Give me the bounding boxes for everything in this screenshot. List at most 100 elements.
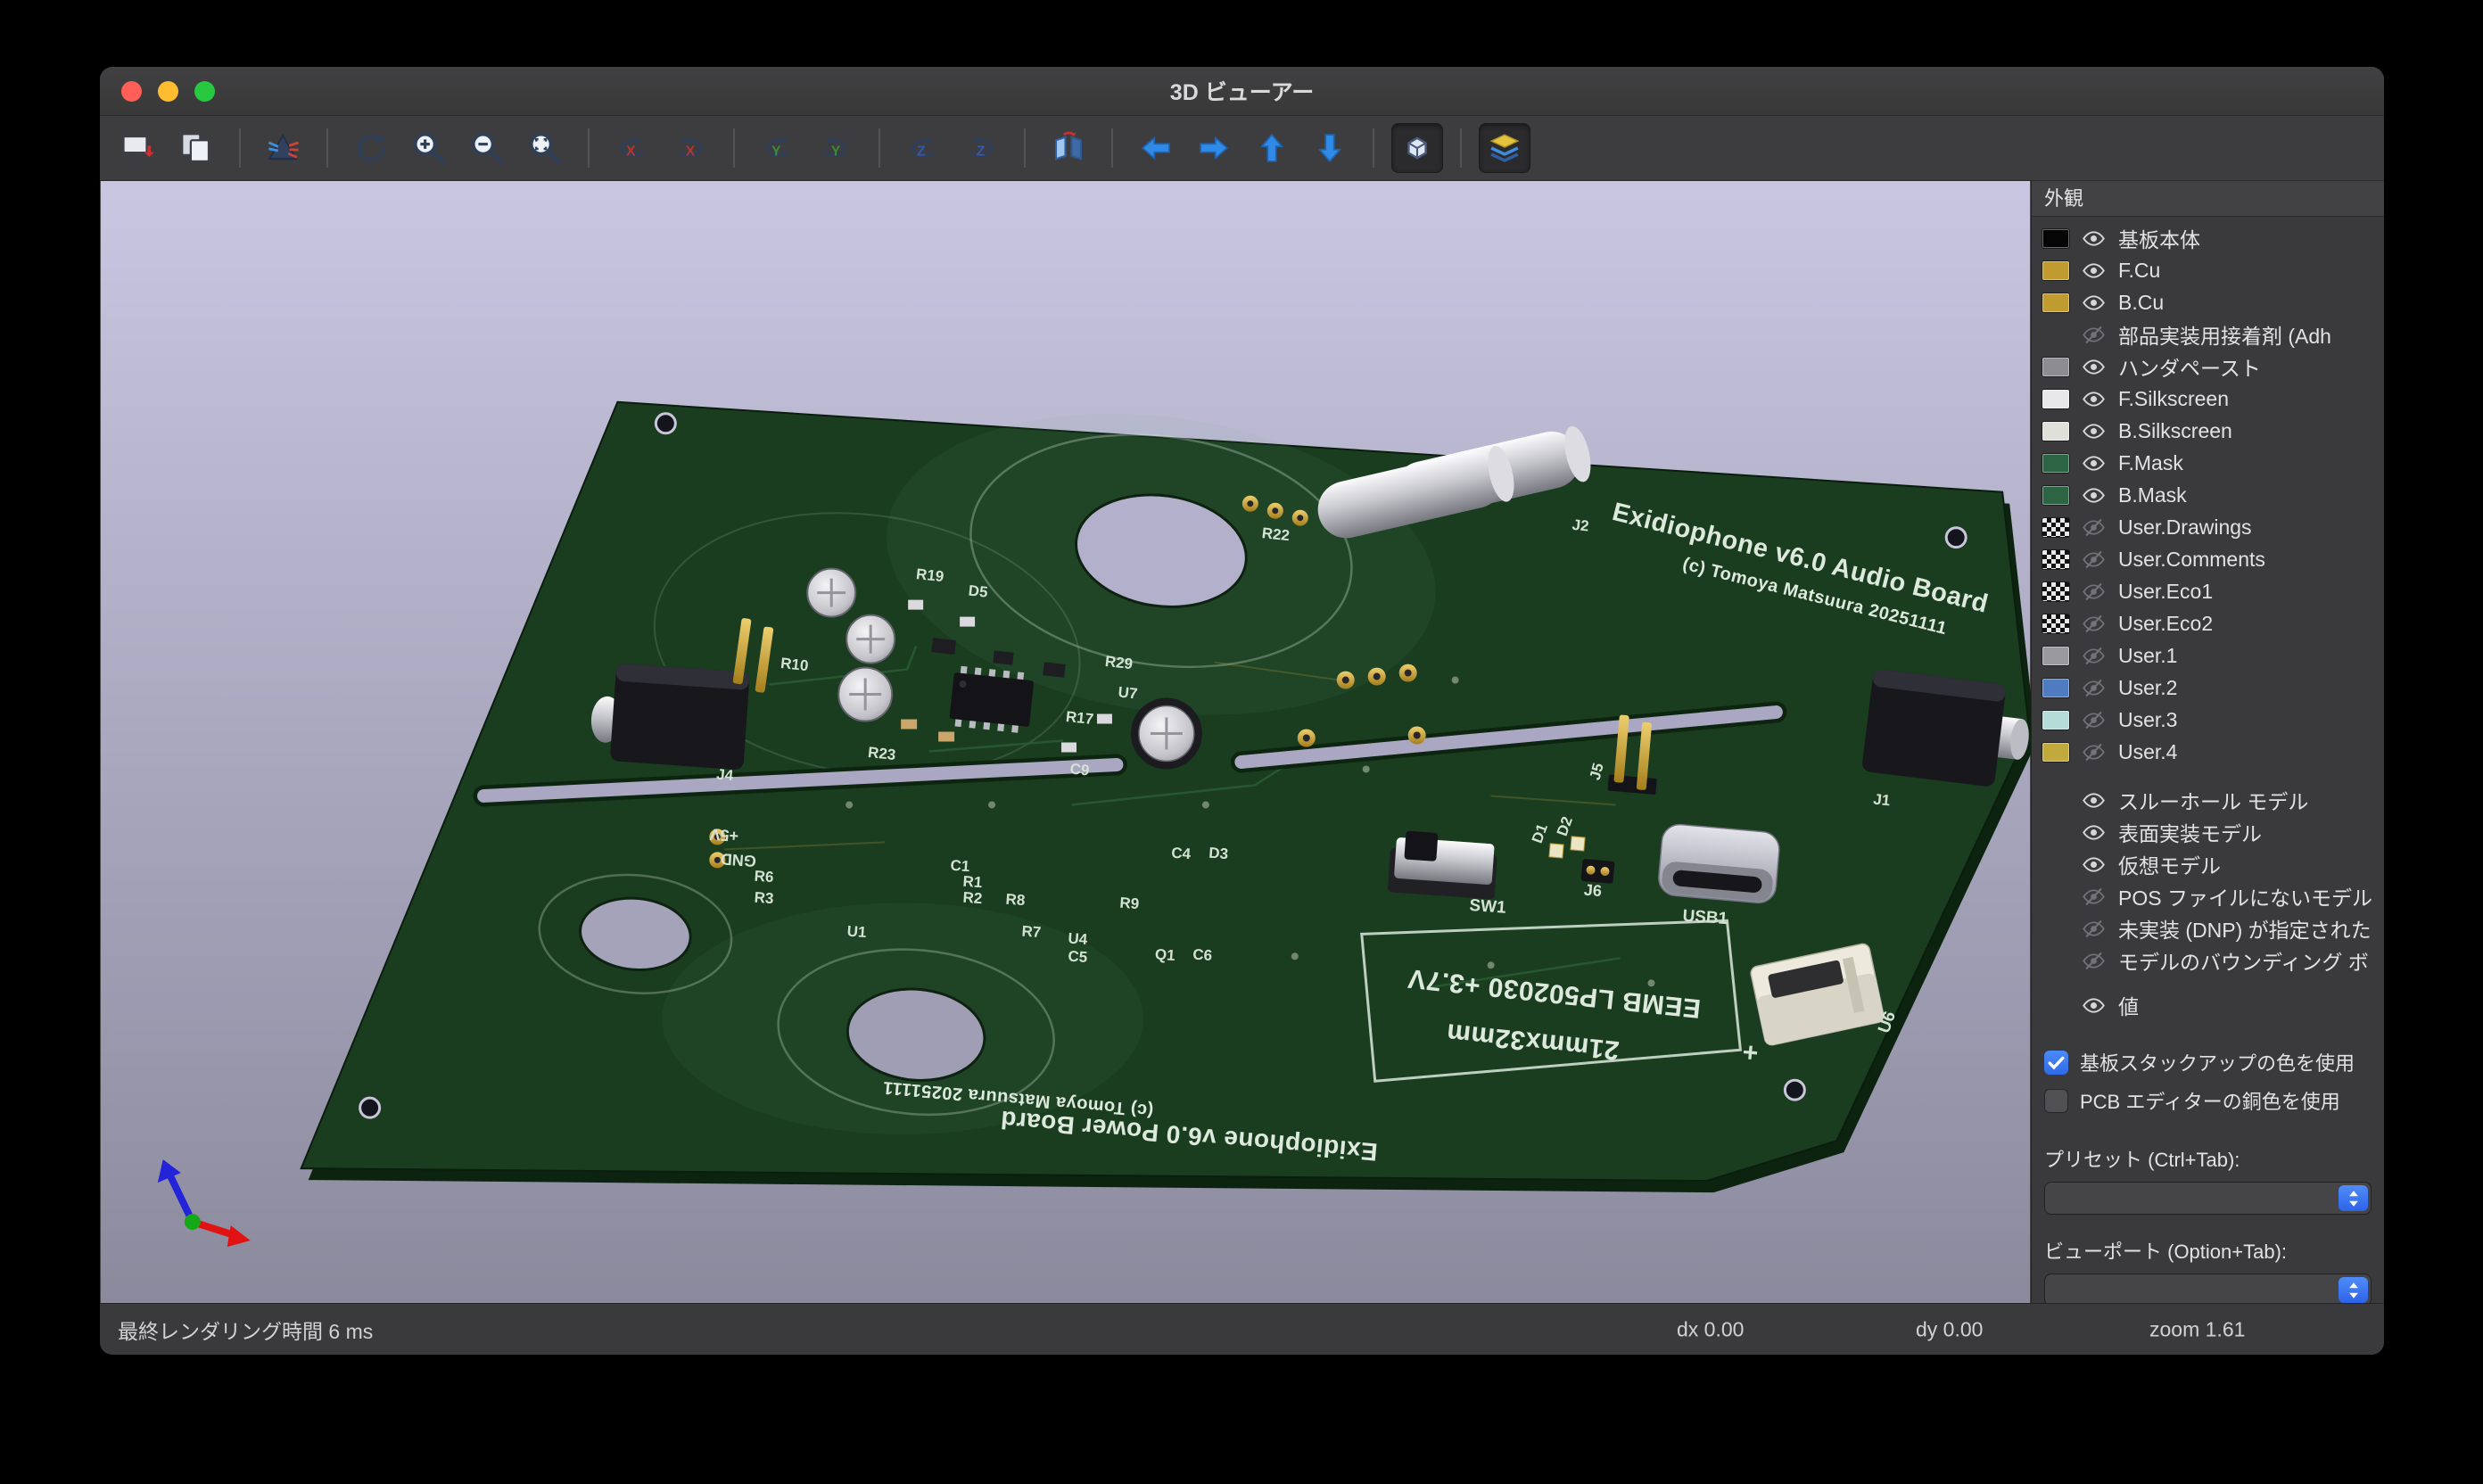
visibility-eye-off-icon[interactable] [2082, 612, 2106, 636]
viewport-combo[interactable] [2044, 1274, 2372, 1303]
layer-color-swatch[interactable] [2042, 229, 2069, 248]
flip-board-button[interactable] [1043, 123, 1094, 173]
layer-color-swatch[interactable] [2042, 711, 2069, 730]
copy-image-button[interactable] [170, 123, 222, 173]
zoom-out-button[interactable] [461, 123, 513, 173]
3d-viewport[interactable]: Exidiophone v6.0 Audio Board (c) Tomoya … [100, 181, 2031, 1303]
layer-row[interactable]: User.Eco2 [2032, 607, 2384, 639]
visibility-eye-off-icon[interactable] [2082, 323, 2106, 347]
visibility-eye-icon[interactable] [2082, 820, 2106, 845]
checkbox-unchecked[interactable] [2044, 1089, 2068, 1113]
layer-color-swatch[interactable] [2042, 422, 2069, 441]
layer-color-swatch[interactable] [2042, 743, 2069, 762]
zoom-to-fit-button[interactable] [519, 123, 571, 173]
layer-row[interactable]: User.2 [2032, 672, 2384, 704]
minimize-button[interactable] [158, 81, 178, 102]
visibility-eye-icon[interactable] [2082, 419, 2106, 443]
visibility-eye-icon[interactable] [2082, 853, 2106, 877]
layer-color-swatch[interactable] [2042, 390, 2069, 408]
visibility-eye-icon[interactable] [2082, 227, 2106, 251]
combo-stepper-icon[interactable] [2339, 1185, 2368, 1211]
option-checkbox-row[interactable]: 基板スタックアップの色を使用 [2032, 1047, 2384, 1077]
layer-row[interactable]: User.3 [2032, 704, 2384, 736]
checkbox-checked[interactable] [2044, 1051, 2068, 1075]
layer-color-swatch[interactable] [2042, 518, 2069, 537]
layer-row[interactable]: F.Silkscreen [2032, 383, 2384, 415]
layer-row[interactable]: User.4 [2032, 736, 2384, 768]
raytracing-button[interactable] [258, 123, 309, 173]
visibility-eye-off-icon[interactable] [2082, 708, 2106, 732]
layer-color-swatch[interactable] [2042, 486, 2069, 505]
titlebar[interactable]: 3D ビューアー [100, 67, 2384, 116]
visibility-eye-icon[interactable] [2082, 387, 2106, 411]
zoom-window-button[interactable] [194, 81, 215, 102]
rotate-x-cw-button[interactable]: X [664, 123, 716, 173]
move-down-button[interactable] [1304, 123, 1356, 173]
visibility-eye-icon[interactable] [2082, 355, 2106, 379]
move-up-button[interactable] [1246, 123, 1298, 173]
visibility-eye-off-icon[interactable] [2082, 917, 2106, 941]
layer-row[interactable]: 仮想モデル [2032, 848, 2384, 880]
layer-color-swatch[interactable] [2042, 293, 2069, 312]
layer-row[interactable]: F.Mask [2032, 447, 2384, 479]
layer-row[interactable]: B.Mask [2032, 479, 2384, 511]
rotate-z-ccw-button[interactable]: Z [897, 123, 949, 173]
layer-row[interactable]: B.Silkscreen [2032, 415, 2384, 447]
layer-row[interactable]: POS ファイルにないモデル [2032, 880, 2384, 912]
visibility-eye-off-icon[interactable] [2082, 949, 2106, 973]
visibility-eye-off-icon[interactable] [2082, 548, 2106, 572]
layer-row[interactable]: User.1 [2032, 639, 2384, 672]
layer-row[interactable]: User.Comments [2032, 543, 2384, 575]
visibility-eye-icon[interactable] [2082, 259, 2106, 283]
layer-color-swatch[interactable] [2042, 679, 2069, 697]
visibility-eye-off-icon[interactable] [2082, 644, 2106, 668]
layer-row[interactable]: 表面実装モデル [2032, 816, 2384, 848]
redraw-button[interactable] [345, 123, 397, 173]
zoom-in-button[interactable] [403, 123, 455, 173]
component-ref-label: D5 [968, 582, 989, 601]
layer-color-swatch[interactable] [2042, 647, 2069, 665]
visibility-eye-off-icon[interactable] [2082, 740, 2106, 764]
close-button[interactable] [121, 81, 142, 102]
option-checkbox-row[interactable]: PCB エディターの銅色を使用 [2032, 1085, 2384, 1116]
layer-row[interactable]: F.Cu [2032, 254, 2384, 286]
visibility-eye-icon[interactable] [2082, 291, 2106, 315]
visibility-eye-icon[interactable] [2082, 451, 2106, 475]
visibility-eye-off-icon[interactable] [2082, 885, 2106, 909]
layer-color-swatch[interactable] [2042, 582, 2069, 601]
layer-row[interactable]: User.Eco1 [2032, 575, 2384, 607]
move-right-button[interactable] [1188, 123, 1240, 173]
layer-color-swatch[interactable] [2042, 614, 2069, 633]
layer-row[interactable]: B.Cu [2032, 286, 2384, 318]
layer-row[interactable]: 値 [2032, 989, 2384, 1021]
layer-row[interactable]: 部品実装用接着剤 (Adh [2032, 318, 2384, 350]
move-left-button[interactable] [1130, 123, 1182, 173]
preset-combo[interactable] [2044, 1182, 2372, 1215]
rotate-x-ccw-button[interactable]: X [606, 123, 658, 173]
visibility-eye-icon[interactable] [2082, 993, 2106, 1018]
visibility-eye-off-icon[interactable] [2082, 676, 2106, 700]
visibility-eye-icon[interactable] [2082, 788, 2106, 812]
layer-color-swatch [2042, 919, 2069, 938]
visibility-eye-off-icon[interactable] [2082, 515, 2106, 540]
visibility-eye-off-icon[interactable] [2082, 580, 2106, 604]
layer-row[interactable]: ハンダペースト [2032, 350, 2384, 383]
3d-viewport-canvas[interactable]: Exidiophone v6.0 Audio Board (c) Tomoya … [100, 181, 2031, 1303]
layer-color-swatch[interactable] [2042, 454, 2069, 473]
layer-row[interactable]: User.Drawings [2032, 511, 2384, 543]
appearance-panel-toggle-button[interactable] [1479, 123, 1530, 173]
orthographic-projection-button[interactable] [1391, 123, 1443, 173]
layer-color-swatch[interactable] [2042, 550, 2069, 569]
layer-row[interactable]: 未実装 (DNP) が指定された [2032, 912, 2384, 944]
layer-row[interactable]: スルーホール モデル [2032, 784, 2384, 816]
rotate-z-cw-button[interactable]: Z [955, 123, 1007, 173]
visibility-eye-icon[interactable] [2082, 483, 2106, 507]
rotate-y-ccw-button[interactable]: Y [752, 123, 804, 173]
combo-stepper-icon[interactable] [2339, 1277, 2368, 1303]
layer-color-swatch[interactable] [2042, 358, 2069, 376]
layer-color-swatch[interactable] [2042, 261, 2069, 280]
rotate-y-cw-button[interactable]: Y [810, 123, 862, 173]
export-image-button[interactable] [112, 123, 164, 173]
layer-row[interactable]: 基板本体 [2032, 222, 2384, 254]
layer-row[interactable]: モデルのバウンディング ボ [2032, 944, 2384, 977]
